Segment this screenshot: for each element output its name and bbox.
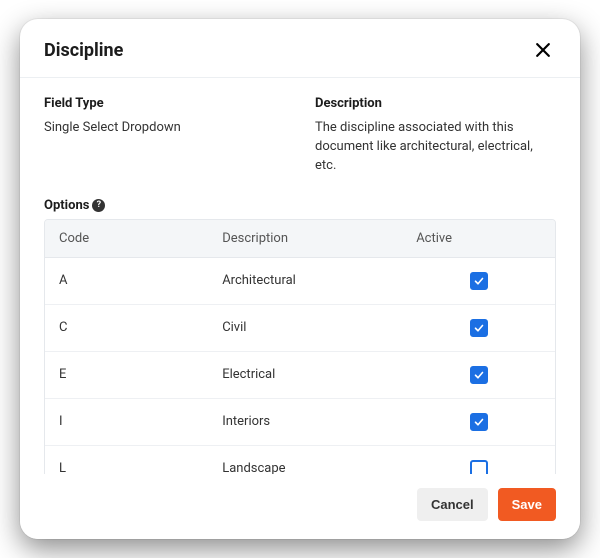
cell-code: C: [45, 305, 208, 351]
cell-active: [412, 305, 555, 351]
check-icon: [473, 369, 485, 381]
description-section: Description The discipline associated wi…: [315, 96, 556, 176]
cell-code: A: [45, 258, 208, 304]
col-header-active: Active: [412, 220, 555, 257]
cell-description: Architectural: [208, 258, 412, 304]
check-icon: [473, 416, 485, 428]
active-checkbox[interactable]: [470, 366, 488, 384]
options-table: Code Description Active AArchitecturalCC…: [44, 219, 556, 474]
cell-description: Civil: [208, 305, 412, 351]
cell-description: Electrical: [208, 352, 412, 398]
cell-code: E: [45, 352, 208, 398]
active-checkbox[interactable]: [470, 319, 488, 337]
check-icon: [473, 322, 485, 334]
cell-description: Interiors: [208, 399, 412, 445]
close-icon: [533, 40, 553, 60]
col-header-code: Code: [45, 220, 208, 257]
table-header: Code Description Active: [45, 220, 555, 258]
table-row: CCivil: [45, 305, 555, 352]
cancel-button[interactable]: Cancel: [417, 488, 488, 521]
help-icon[interactable]: ?: [92, 199, 105, 212]
modal-title: Discipline: [44, 40, 123, 61]
cell-active: [412, 399, 555, 445]
description-value: The discipline associated with this docu…: [315, 119, 556, 176]
options-heading: Options ?: [44, 198, 556, 213]
close-button[interactable]: [530, 37, 556, 63]
table-row: AArchitectural: [45, 258, 555, 305]
meta-row: Field Type Single Select Dropdown Descri…: [44, 96, 556, 176]
options-label: Options: [44, 198, 89, 213]
cell-active: [412, 352, 555, 398]
check-icon: [473, 275, 485, 287]
modal-header: Discipline: [20, 19, 580, 78]
cell-description: Landscape: [208, 446, 412, 474]
modal-body[interactable]: Field Type Single Select Dropdown Descri…: [20, 78, 580, 474]
cell-active: [412, 258, 555, 304]
col-header-description: Description: [208, 220, 412, 257]
active-checkbox[interactable]: [470, 413, 488, 431]
discipline-modal: Discipline Field Type Single Select Drop…: [20, 19, 580, 539]
cell-code: L: [45, 446, 208, 474]
cell-active: [412, 446, 555, 474]
active-checkbox[interactable]: [470, 272, 488, 290]
active-checkbox[interactable]: [470, 460, 488, 474]
modal-footer: Cancel Save: [20, 474, 580, 539]
field-type-section: Field Type Single Select Dropdown: [44, 96, 285, 176]
table-row: LLandscape: [45, 446, 555, 474]
table-row: IInteriors: [45, 399, 555, 446]
save-button[interactable]: Save: [498, 488, 556, 521]
cell-code: I: [45, 399, 208, 445]
description-label: Description: [315, 96, 556, 111]
table-row: EElectrical: [45, 352, 555, 399]
field-type-label: Field Type: [44, 96, 285, 111]
field-type-value: Single Select Dropdown: [44, 119, 285, 138]
